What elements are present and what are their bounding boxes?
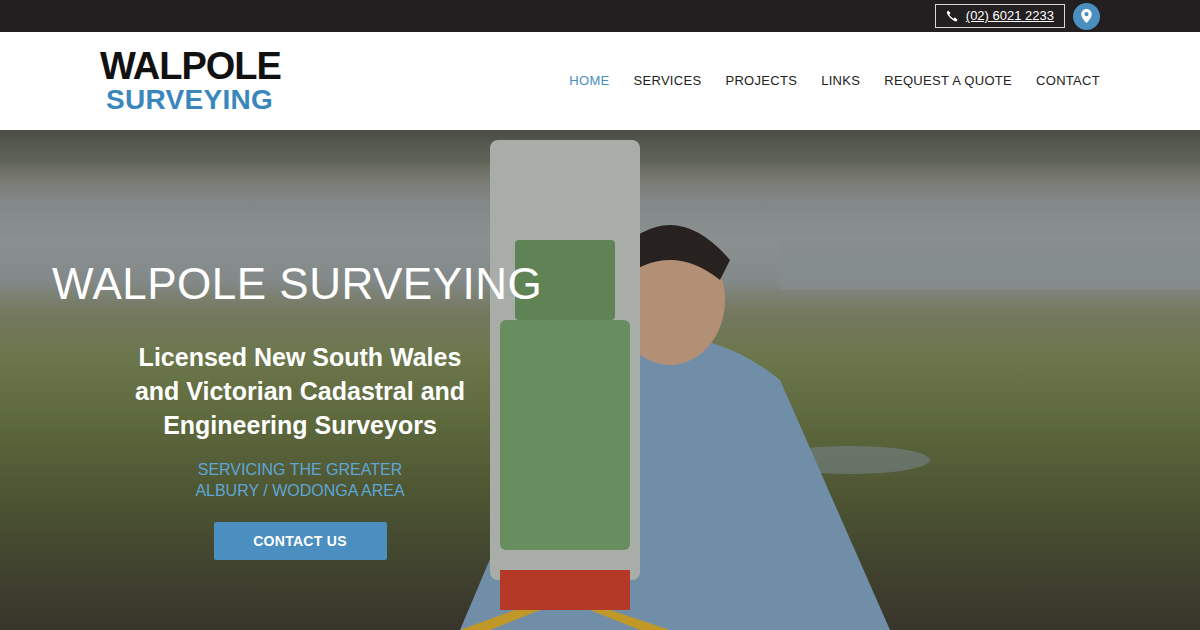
hero-subtitle: Licensed New South Walesand Victorian Ca… (52, 340, 548, 442)
phone-icon (946, 10, 958, 22)
tagline-line: SERVICING THE GREATER (52, 459, 548, 480)
map-pin-icon (1081, 9, 1092, 23)
hero-title: WALPOLE SURVEYING (52, 258, 548, 310)
logo-line: WALPOLE (100, 47, 281, 85)
nav-link[interactable]: REQUEST A QUOTE (884, 71, 1012, 91)
logo-line: SURVEYING (100, 85, 281, 115)
nav-link[interactable]: CONTACT (1036, 71, 1100, 91)
nav-link[interactable]: HOME (569, 71, 609, 91)
logo[interactable]: WALPOLESURVEYING (100, 47, 281, 115)
subtitle-line: Licensed New South Wales (52, 340, 548, 374)
main-nav: HOME SERVICES PROJECTS LINKS REQUEST A QUOTE… (569, 71, 1100, 91)
button-row: CONTACT US (52, 522, 548, 560)
subtitle-line: and Victorian Cadastral and (52, 374, 548, 408)
subtitle-line: Engineering Surveyors (52, 408, 548, 442)
site-header: WALPOLESURVEYING HOME SERVICES PROJECTS LIN… (0, 32, 1200, 130)
hero: WALPOLE SURVEYING Licensed New South Wale… (0, 130, 1200, 630)
nav-link[interactable]: PROJECTS (725, 71, 797, 91)
top-bar: (02) 6021 2233 (0, 0, 1200, 32)
tagline-line: ALBURY / WODONGA AREA (52, 480, 548, 501)
phone-link[interactable]: (02) 6021 2233 (935, 4, 1065, 28)
contact-button[interactable]: CONTACT US (214, 522, 387, 560)
map-button[interactable] (1073, 3, 1100, 30)
nav-link[interactable]: LINKS (821, 71, 860, 91)
nav-link[interactable]: SERVICES (633, 71, 701, 91)
hero-tagline: SERVICING THE GREATERALBURY / WODONGA AR… (52, 459, 548, 501)
phone-number: (02) 6021 2233 (966, 8, 1054, 24)
